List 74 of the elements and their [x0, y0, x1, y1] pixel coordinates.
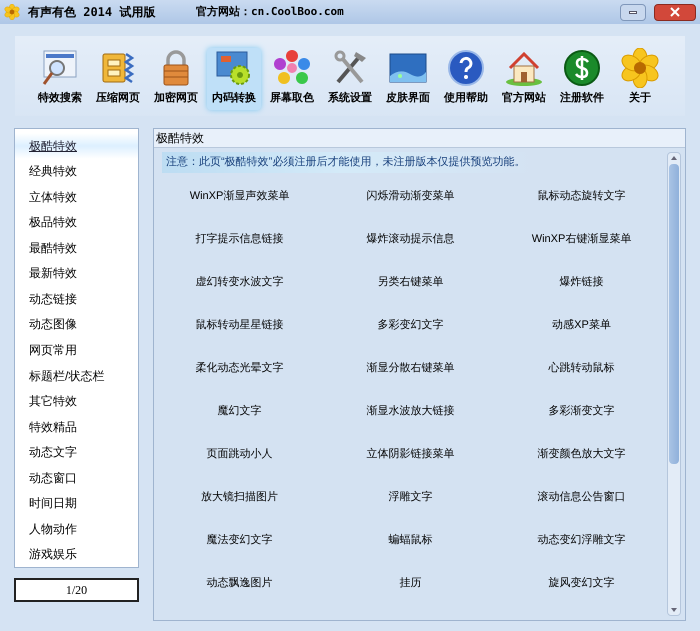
- toolbar-button[interactable]: 关于: [613, 48, 667, 110]
- category-item[interactable]: 动态链接: [15, 286, 138, 312]
- category-item[interactable]: 其它特效: [15, 388, 138, 414]
- category-item[interactable]: 动态窗口: [15, 464, 138, 490]
- toolbar-button[interactable]: 压缩网页: [91, 48, 145, 110]
- effect-link[interactable]: 滚动信息公告窗口: [538, 488, 626, 506]
- category-item[interactable]: 最新特效: [15, 260, 138, 286]
- effect-link[interactable]: WinXP渐显声效菜单: [190, 188, 290, 204]
- category-item[interactable]: 经典特效: [15, 158, 138, 184]
- effect-link[interactable]: 旋风变幻文字: [548, 574, 614, 592]
- effect-link[interactable]: 页面跳动小人: [206, 446, 272, 462]
- dollar-icon: [562, 48, 602, 88]
- category-item[interactable]: 最酷特效: [15, 235, 138, 261]
- effect-link[interactable]: 放大镜扫描图片: [201, 488, 278, 506]
- page-indicator: 1/20: [14, 578, 139, 602]
- effect-link[interactable]: 闪烁滑动渐变菜单: [366, 188, 454, 204]
- close-icon: [670, 7, 680, 17]
- effect-link[interactable]: 心跳转动鼠标: [548, 360, 614, 376]
- toolbar-button[interactable]: 使用帮助: [439, 48, 493, 110]
- category-item[interactable]: 网页常用: [15, 337, 138, 363]
- effect-link[interactable]: 渐显水波放大链接: [366, 402, 454, 420]
- minimize-icon: [629, 10, 637, 14]
- effect-link[interactable]: 浮雕文字: [388, 488, 432, 506]
- minimize-button[interactable]: [620, 4, 646, 20]
- toolbar-button[interactable]: 加密网页: [149, 48, 203, 110]
- toolbar-button[interactable]: 皮肤界面: [381, 48, 435, 110]
- effect-link[interactable]: 渐变颜色放大文字: [538, 446, 626, 462]
- scrollbar[interactable]: [667, 152, 681, 616]
- effect-link[interactable]: 渐显分散右键菜单: [366, 360, 454, 376]
- effect-link[interactable]: 挂历: [400, 574, 422, 592]
- effect-link[interactable]: 鼠标动态旋转文字: [538, 188, 626, 204]
- website-text: 官方网站：cn.CoolBoo.com: [196, 4, 344, 20]
- category-item[interactable]: 标题栏/状态栏: [15, 362, 138, 388]
- flower-icon: [620, 48, 660, 88]
- category-item[interactable]: 极酷特效: [15, 133, 138, 159]
- help-icon: [446, 48, 486, 88]
- effect-link[interactable]: 爆炸链接: [560, 274, 604, 290]
- effect-link[interactable]: 动态变幻浮雕文字: [538, 532, 626, 548]
- toolbar-button[interactable]: 官方网站: [497, 48, 551, 110]
- effect-link[interactable]: 打字提示信息链接: [196, 230, 284, 248]
- category-item[interactable]: 立体特效: [15, 184, 138, 210]
- effect-link[interactable]: 蝙蝠鼠标: [388, 532, 432, 548]
- toolbar-button[interactable]: 系统设置: [323, 48, 377, 110]
- effect-link[interactable]: 魔幻文字: [218, 402, 262, 420]
- category-item[interactable]: 动态文字: [15, 439, 138, 465]
- category-item[interactable]: 特效精品: [15, 414, 138, 440]
- toolbar-button[interactable]: 注册软件: [555, 48, 609, 110]
- effect-link[interactable]: 另类右键菜单: [378, 274, 444, 290]
- effect-link[interactable]: 多彩渐变文字: [548, 402, 614, 420]
- category-item[interactable]: 人物动作: [15, 516, 138, 542]
- toolbar-button[interactable]: 特效搜索: [33, 48, 87, 110]
- panel-title: 极酷特效: [154, 129, 685, 148]
- effect-link[interactable]: 柔化动态光晕文字: [196, 360, 284, 376]
- effect-link[interactable]: 魔法变幻文字: [206, 532, 272, 548]
- effect-link[interactable]: WinXP右键渐显菜单: [532, 230, 632, 248]
- scroll-up-icon: [671, 156, 677, 160]
- scroll-thumb[interactable]: [669, 164, 679, 464]
- scroll-down-icon: [671, 608, 677, 612]
- effect-link[interactable]: 立体阴影链接菜单: [366, 446, 454, 462]
- category-item[interactable]: 动态图像: [15, 312, 138, 338]
- effect-link[interactable]: 爆炸滚动提示信息: [366, 230, 454, 248]
- category-item[interactable]: 极品特效: [15, 210, 138, 236]
- category-item[interactable]: 时间日期: [15, 490, 138, 516]
- effect-link[interactable]: 动感XP菜单: [552, 316, 611, 334]
- toolbar-button[interactable]: 屏幕取色: [265, 48, 319, 110]
- effect-link[interactable]: 虚幻转变水波文字: [196, 274, 284, 290]
- app-logo-icon: [4, 4, 20, 20]
- category-item[interactable]: 游戏娱乐: [15, 542, 138, 568]
- effect-link[interactable]: 多彩变幻文字: [378, 316, 444, 334]
- close-button[interactable]: [654, 4, 696, 20]
- window-title: 有声有色 2014 试用版: [28, 4, 156, 21]
- toolbar-button[interactable]: 内码转换: [207, 48, 261, 110]
- effect-link[interactable]: 动态飘逸图片: [206, 574, 272, 592]
- effect-link[interactable]: 鼠标转动星星链接: [196, 316, 284, 334]
